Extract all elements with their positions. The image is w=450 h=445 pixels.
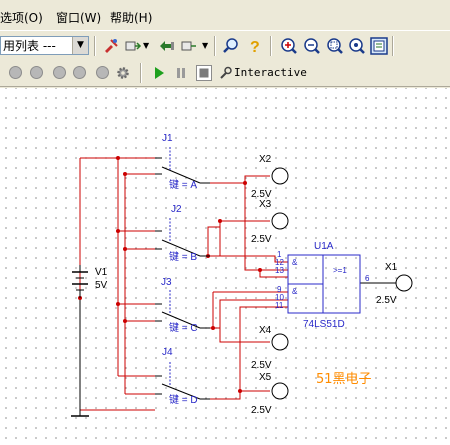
simulation-toolbar: Interactive bbox=[0, 60, 450, 87]
question-icon[interactable]: ? bbox=[246, 37, 264, 55]
svg-text:?: ? bbox=[250, 39, 260, 55]
probe-ref-x3: X3 bbox=[259, 199, 272, 210]
chevron-down-icon[interactable]: ▼ bbox=[72, 37, 88, 54]
probe-value-x1: 2.5V bbox=[376, 295, 397, 306]
probe-ref-x1: X1 bbox=[385, 262, 398, 273]
in-use-list-select[interactable]: 用列表 --- ▼ bbox=[0, 36, 89, 55]
and-gate-1-symbol: & bbox=[292, 258, 298, 267]
chip-ref: U1A bbox=[314, 241, 334, 252]
pause-icon[interactable] bbox=[175, 66, 187, 80]
pin-6: 6 bbox=[365, 274, 370, 283]
menu-options[interactable]: 选项(O) bbox=[0, 11, 43, 25]
wrench-icon[interactable] bbox=[218, 66, 232, 80]
probe-ref-x2: X2 bbox=[259, 154, 272, 165]
probe-value-x3: 2.5V bbox=[251, 234, 272, 245]
switch-j1[interactable] bbox=[155, 147, 210, 184]
simulation-mode-label[interactable]: Interactive bbox=[234, 66, 307, 80]
probe-x1[interactable] bbox=[395, 274, 413, 292]
back-annotate-icon[interactable] bbox=[158, 37, 176, 55]
and-gate-2-symbol: & bbox=[292, 287, 298, 296]
stop-icon[interactable] bbox=[196, 65, 212, 81]
schematic-drawing: V1 5V J1 键 = A J2 键 = B J3 键 = C J4 键 = … bbox=[71, 133, 413, 417]
pin-13: 13 bbox=[275, 266, 284, 275]
probe-x4[interactable] bbox=[271, 333, 289, 351]
full-screen-icon[interactable] bbox=[370, 37, 388, 55]
instrument-n-icon[interactable] bbox=[9, 66, 22, 79]
toolbar-separator bbox=[392, 36, 394, 56]
zoom-fit-icon[interactable] bbox=[348, 37, 366, 55]
probe-x2[interactable] bbox=[271, 167, 289, 185]
probe-x3[interactable] bbox=[271, 212, 289, 230]
probe-ref-x4: X4 bbox=[259, 325, 272, 336]
transfer-icon[interactable] bbox=[124, 37, 142, 55]
switch-ref-j3: J3 bbox=[161, 277, 172, 288]
instrument-t-icon[interactable] bbox=[96, 66, 109, 79]
or-gate-symbol: >=1 bbox=[333, 266, 347, 275]
chevron-down-icon[interactable]: ▼ bbox=[202, 37, 210, 55]
pin-11: 11 bbox=[275, 301, 284, 310]
switch-key-j2: 键 = B bbox=[169, 250, 197, 263]
switch-j2[interactable] bbox=[155, 218, 210, 257]
switch-ref-j2: J2 bbox=[171, 204, 182, 215]
search-icon[interactable] bbox=[222, 37, 240, 55]
source-value: 5V bbox=[95, 280, 108, 291]
zoom-in-icon[interactable] bbox=[280, 37, 298, 55]
switch-key-j1: 键 = A bbox=[169, 178, 197, 191]
menu-bar: 选项(O) 窗口(W) 帮助(H) bbox=[0, 0, 450, 30]
gear-icon[interactable] bbox=[116, 66, 130, 80]
instrument-v-icon[interactable] bbox=[30, 66, 43, 79]
probe-value-x4: 2.5V bbox=[251, 360, 272, 371]
forward-annotate-icon[interactable] bbox=[180, 37, 198, 55]
chevron-down-icon[interactable]: ▼ bbox=[143, 37, 151, 55]
source-ref: V1 bbox=[95, 267, 108, 278]
menu-window[interactable]: 窗口(W) bbox=[56, 11, 101, 25]
watermark-text: 51黑电子 bbox=[316, 372, 372, 387]
menu-help[interactable]: 帮助(H) bbox=[110, 11, 152, 25]
switch-ref-j1: J1 bbox=[162, 133, 173, 144]
chip-74ls51[interactable] bbox=[287, 254, 361, 314]
chip-part: 74LS51D bbox=[303, 319, 345, 330]
zoom-area-icon[interactable] bbox=[326, 37, 344, 55]
switch-j4[interactable] bbox=[155, 362, 210, 400]
toolbar-separator bbox=[214, 36, 216, 56]
zoom-out-icon[interactable] bbox=[303, 37, 321, 55]
probe-x5[interactable] bbox=[271, 382, 289, 400]
in-use-list-value: 用列表 --- bbox=[3, 39, 56, 53]
main-toolbar: 用列表 --- ▼ ▼ ▼ ? bbox=[0, 30, 450, 60]
probe-ref-x5: X5 bbox=[259, 372, 272, 383]
toolbar-separator bbox=[140, 63, 142, 83]
probe-icon[interactable] bbox=[102, 37, 120, 55]
switch-key-j3: 键 = C bbox=[169, 321, 198, 334]
toolbar-separator bbox=[270, 36, 272, 56]
switch-ref-j4: J4 bbox=[162, 347, 173, 358]
instrument-a-icon[interactable] bbox=[53, 66, 66, 79]
play-icon[interactable] bbox=[153, 66, 165, 80]
schematic-canvas[interactable]: V1 5V J1 键 = A J2 键 = B J3 键 = C J4 键 = … bbox=[0, 88, 450, 445]
toolbar-separator bbox=[94, 36, 96, 56]
switch-key-j4: 键 = D bbox=[169, 393, 198, 406]
instrument-p-icon[interactable] bbox=[73, 66, 86, 79]
probe-value-x5: 2.5V bbox=[251, 405, 272, 416]
